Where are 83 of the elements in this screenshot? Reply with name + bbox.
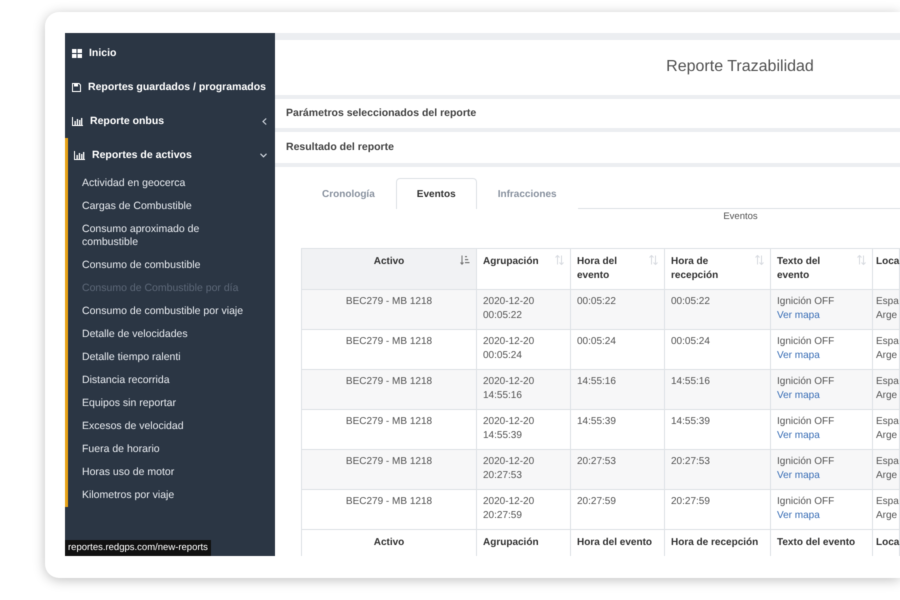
sidebar-subitem[interactable]: Distancia recorrida — [68, 369, 275, 392]
table-cell: Espa — [876, 375, 899, 389]
table-cell: Espa — [876, 455, 899, 469]
event-text: Ignición OFF — [777, 336, 834, 347]
table-cell: 00:05:22 — [577, 296, 616, 307]
map-link[interactable]: Ver mapa — [777, 310, 820, 321]
table-caption: Eventos — [723, 211, 758, 222]
table-cell-text: Arge — [876, 429, 898, 443]
sidebar-subitem[interactable]: Fuera de horario — [68, 438, 275, 461]
sidebar-subitem[interactable]: Equipos sin reportar — [68, 392, 275, 415]
sidebar-subitem[interactable]: Excesos de velocidad — [68, 415, 275, 438]
grid-icon — [72, 48, 82, 58]
table-cell: Espa — [876, 295, 899, 309]
event-text: Ignición OFF — [777, 496, 834, 507]
sidebar-subitem[interactable]: Actividad en geocerca — [68, 172, 275, 195]
url-tooltip: reportes.redgps.com/new-reports — [65, 540, 211, 556]
sidebar-subitem[interactable]: Kilometros por viaje — [68, 484, 275, 507]
report-title: Reporte Trazabilidad — [666, 58, 814, 76]
column-footer: Loca — [876, 537, 900, 548]
sidebar-subitem[interactable]: Cargas de Combustible — [68, 195, 275, 218]
table-cell: 2020-12-20 00:05:24 — [483, 336, 534, 361]
table-cell: 2020-12-20 14:55:39 — [483, 416, 534, 441]
table-cell: 20:27:59 — [671, 496, 710, 507]
column-footer: Hora del evento — [577, 537, 652, 548]
map-link[interactable]: Ver mapa — [777, 430, 820, 441]
table-cell: 20:27:53 — [671, 456, 710, 467]
event-text: Ignición OFF — [777, 456, 834, 467]
sidebar-subitem[interactable]: Horas uso de motor — [68, 461, 275, 484]
map-link[interactable]: Ver mapa — [777, 470, 820, 481]
table-cell-text: Arge — [876, 309, 898, 323]
table-cell-text: Arge — [876, 509, 898, 523]
table-cell: 00:05:22 — [671, 296, 710, 307]
sidebar-subitem[interactable]: Detalle de velocidades — [68, 323, 275, 346]
chevron-down-icon — [260, 152, 267, 158]
bar-chart-icon — [74, 150, 85, 160]
table-cell: 20:27:53 — [577, 456, 616, 467]
chevron-left-icon — [262, 118, 267, 124]
section-header[interactable]: Parámetros seleccionados del reporte — [275, 98, 900, 128]
event-text: Ignición OFF — [777, 296, 834, 307]
table-cell: 2020-12-20 00:05:22 — [483, 296, 534, 321]
sidebar-subitem[interactable]: Consumo de combustible por viaje — [68, 300, 275, 323]
event-text: Ignición OFF — [777, 376, 834, 387]
table-cell-text: Arge — [876, 469, 898, 483]
table-cell: 2020-12-20 20:27:53 — [483, 456, 534, 481]
table-cell: Espa — [876, 335, 899, 349]
column-footer: Agrupación — [483, 537, 539, 548]
table-cell: 2020-12-20 20:27:59 — [483, 496, 534, 521]
column-header[interactable]: Activo — [374, 255, 404, 269]
table-cell: BEC279 - MB 1218 — [346, 416, 432, 427]
event-text: Ignición OFF — [777, 416, 834, 427]
table-cell: 20:27:59 — [577, 496, 616, 507]
column-footer: Texto del evento — [777, 537, 856, 548]
section-header[interactable]: Resultado del reporte — [275, 132, 900, 163]
table-cell: BEC279 - MB 1218 — [346, 456, 432, 467]
table-cell-text: Arge — [876, 349, 898, 363]
table-cell: BEC279 - MB 1218 — [346, 376, 432, 387]
table-cell: BEC279 - MB 1218 — [346, 296, 432, 307]
sidebar-subitem[interactable]: Consumo de combustible — [68, 254, 275, 277]
table-cell: 14:55:16 — [671, 376, 710, 387]
table-cell: BEC279 - MB 1218 — [346, 336, 432, 347]
sidebar-subitem[interactable]: Consumo aproximado de combustible — [68, 218, 275, 254]
column-footer: Hora de recepción — [671, 537, 758, 548]
map-link[interactable]: Ver mapa — [777, 390, 820, 401]
sidebar-item[interactable]: Reporte onbus — [65, 104, 275, 138]
table-cell: Espa — [876, 495, 899, 509]
tab[interactable]: Eventos — [396, 178, 477, 209]
sidebar-subitem[interactable]: Detalle tiempo ralenti — [68, 346, 275, 369]
table-cell: 2020-12-20 14:55:16 — [483, 376, 534, 401]
map-link[interactable]: Ver mapa — [777, 510, 820, 521]
table-cell: 14:55:16 — [577, 376, 616, 387]
table-cell: 00:05:24 — [671, 336, 710, 347]
table-cell: Espa — [876, 415, 899, 429]
table-cell: 00:05:24 — [577, 336, 616, 347]
table-cell: BEC279 - MB 1218 — [346, 496, 432, 507]
table-cell: 14:55:39 — [577, 416, 616, 427]
sidebar-item[interactable]: Reportes guardados / programados — [65, 70, 275, 104]
table-cell-text: Arge — [876, 389, 898, 403]
table-cell: 14:55:39 — [671, 416, 710, 427]
sidebar-item[interactable]: Reportes de activos — [68, 138, 275, 172]
bar-chart-icon — [72, 116, 83, 126]
column-footer: Activo — [374, 537, 404, 548]
map-link[interactable]: Ver mapa — [777, 350, 820, 361]
sidebar-item[interactable]: Inicio — [65, 36, 275, 70]
